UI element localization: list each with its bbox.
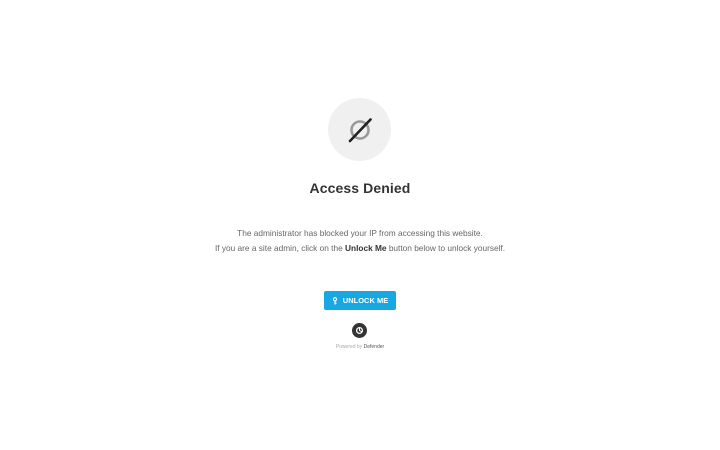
defender-logo-icon <box>352 323 367 338</box>
blocked-icon <box>328 98 391 161</box>
block-message: The administrator has blocked your IP fr… <box>237 228 483 238</box>
unlock-me-label: UNLOCK ME <box>342 296 389 305</box>
blocked-symbol-icon <box>348 117 372 142</box>
unlock-instructions: If you are a site admin, click on the Un… <box>0 243 720 253</box>
powered-by-brand: Defender <box>363 344 385 350</box>
key-icon <box>332 296 338 305</box>
access-denied-page: Access Denied The administrator has bloc… <box>0 0 720 450</box>
powered-by: Powered by Defender <box>0 344 720 350</box>
page-title: Access Denied <box>309 180 411 196</box>
powered-by-prefix: Powered by <box>335 344 363 350</box>
unlock-me-emphasis: Unlock Me <box>345 243 387 253</box>
unlock-me-button[interactable]: UNLOCK ME <box>324 291 396 310</box>
instructions-text-before: If you are a site admin, click on the <box>214 243 346 253</box>
instructions-text-after: button below to unlock yourself. <box>386 243 506 253</box>
